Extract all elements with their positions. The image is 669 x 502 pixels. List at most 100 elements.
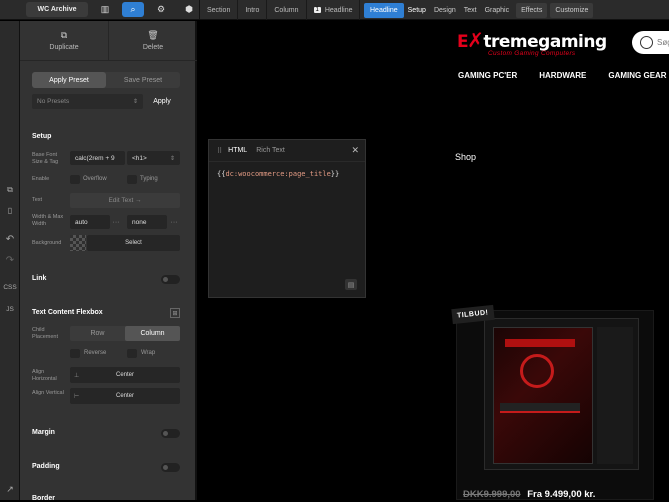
flexbox-settings-icon[interactable]: ⊞	[170, 308, 180, 318]
drag-handle-icon[interactable]: ⠿	[217, 147, 222, 155]
border-section-title[interactable]: Border	[32, 495, 55, 502]
reverse-checkbox[interactable]	[70, 349, 80, 358]
case-side	[597, 327, 633, 464]
max-width-unit-menu-icon[interactable]: ···	[168, 215, 180, 229]
typing-label: Typing	[140, 176, 158, 182]
search-icon[interactable]: ⌕	[122, 2, 144, 17]
expand-icon[interactable]: ↗	[0, 484, 20, 495]
width-unit-menu-icon[interactable]: ···	[110, 215, 122, 229]
gear-icon[interactable]: ⚙	[150, 2, 172, 17]
max-width-input[interactable]: none	[127, 215, 167, 229]
site-search-placeholder: Søg...	[657, 38, 669, 47]
margin-toggle[interactable]	[161, 429, 180, 438]
structure-icon[interactable]: ⧉	[0, 185, 20, 195]
tab-graphic[interactable]: Graphic	[481, 3, 514, 18]
nav-gaming-gear[interactable]: GAMING GEAR	[608, 71, 666, 80]
database-icon[interactable]: ▤	[345, 279, 357, 290]
logo-wordmark: E✗tremegaming	[457, 28, 607, 52]
case-glass	[493, 327, 593, 464]
tab-design[interactable]: Design	[430, 3, 460, 18]
align-vertical-label: Align Vertical	[32, 390, 64, 396]
reverse-label: Reverse	[84, 350, 107, 356]
padding-section-title[interactable]: Padding	[32, 463, 60, 470]
wrap-checkbox[interactable]	[127, 349, 137, 358]
base-font-label: Base Font Size & Tag	[32, 152, 59, 165]
tab-rich-text[interactable]: Rich Text	[256, 147, 285, 154]
code-body: dc:woocommerce:page_title	[225, 170, 331, 178]
padding-toggle[interactable]	[161, 463, 180, 472]
align-vertical-select[interactable]: ⊢ Center	[70, 388, 180, 404]
overflow-checkbox[interactable]	[70, 175, 80, 184]
code-editor[interactable]: {{dc:woocommerce:page_title}}	[209, 162, 365, 186]
align-vertical-icon: ⊢	[74, 393, 80, 400]
background-label: Background	[32, 240, 62, 246]
tab-headline[interactable]: Headline	[364, 2, 404, 18]
tab-text[interactable]: Text	[460, 3, 481, 18]
color-swatch[interactable]	[70, 235, 86, 251]
nav-gaming-pc[interactable]: GAMING PC'ER	[458, 71, 517, 80]
save-preset-tab[interactable]: Save Preset	[106, 72, 180, 88]
redo-icon[interactable]: ↷	[0, 255, 20, 266]
preset-select[interactable]: No Presets ⇕	[32, 94, 143, 109]
left-rail: ⧉ ▯ ↶ ↷ CSS JS ↗	[0, 21, 20, 500]
preset-tabs: Apply Preset Save Preset	[32, 72, 180, 88]
tab-setup[interactable]: Setup	[404, 3, 430, 18]
delete-label: Delete	[142, 44, 164, 51]
background-select-button[interactable]: Select	[87, 235, 180, 251]
template-selector-button[interactable]: WC Archive	[26, 2, 88, 17]
text-editor-popup: ⠿ HTML Rich Text ✕ {{dc:woocommerce:page…	[208, 139, 366, 298]
tab-html[interactable]: HTML	[228, 147, 247, 154]
mobile-icon[interactable]: ▯	[0, 206, 20, 215]
wrap-label: Wrap	[141, 350, 156, 356]
undo-icon[interactable]: ↶	[0, 234, 20, 245]
close-icon[interactable]: ✕	[351, 145, 359, 156]
typing-checkbox[interactable]	[127, 175, 137, 184]
tag-select[interactable]: <h1> ⇕	[127, 151, 180, 165]
flexbox-section-title[interactable]: Text Content Flexbox	[32, 309, 103, 316]
crumb-headline[interactable]: 1 Headline	[307, 0, 361, 20]
delete-button[interactable]: 🗑 Delete	[108, 21, 197, 60]
js-button[interactable]: JS	[0, 306, 20, 313]
duplicate-button[interactable]: ⧉ Duplicate	[20, 21, 108, 60]
margin-section-title[interactable]: Margin	[32, 429, 55, 436]
chevron-updown-icon: ⇕	[169, 155, 175, 162]
old-price: DKK9.999,00	[463, 489, 521, 500]
product-image[interactable]	[484, 318, 639, 470]
page-title[interactable]: Shop	[455, 152, 476, 162]
duplicate-icon: ⧉	[60, 30, 68, 40]
base-font-input[interactable]: calc(2rem + 9	[70, 151, 125, 165]
properties-panel: ⧉ Duplicate 🗑 Delete Apply Preset Save P…	[20, 21, 197, 502]
link-section-title[interactable]: Link	[32, 275, 46, 282]
chevron-updown-icon: ⇕	[132, 99, 138, 105]
apply-preset-tab[interactable]: Apply Preset	[32, 72, 106, 88]
editor-header: ⠿ HTML Rich Text ✕	[209, 140, 365, 162]
link-toggle[interactable]	[161, 275, 180, 284]
column-option[interactable]: Column	[125, 326, 180, 341]
row-option[interactable]: Row	[70, 326, 125, 341]
duplicate-label: Duplicate	[49, 44, 79, 51]
layout-icon[interactable]: ▥	[94, 2, 116, 17]
align-horizontal-select[interactable]: ⊥ Center	[70, 367, 180, 383]
crumb-intro[interactable]: Intro	[238, 0, 268, 20]
css-button[interactable]: CSS	[0, 284, 20, 291]
align-horizontal-label: Align Horizontal	[32, 369, 57, 382]
width-input[interactable]: auto	[70, 215, 110, 229]
nav-hardware[interactable]: HARDWARE	[539, 71, 586, 80]
case-fan	[520, 354, 554, 388]
crumb-section[interactable]: Section	[200, 0, 239, 20]
apply-preset-button[interactable]: Apply	[144, 94, 180, 109]
align-vertical-value: Center	[115, 393, 134, 399]
align-horizontal-value: Center	[115, 372, 134, 378]
site-logo[interactable]: E✗tremegaming Custom Gaming Computers	[457, 28, 617, 58]
tab-effects[interactable]: Effects	[516, 2, 548, 18]
child-placement-label: Child Placement	[32, 327, 58, 340]
setup-section-title[interactable]: Setup	[32, 133, 51, 140]
site-search-input[interactable]: Søg...	[632, 31, 669, 54]
logo-x-mark: ✗	[467, 28, 484, 52]
tag-select-value: <h1>	[132, 154, 147, 162]
product-price: DKK9.999,00 Fra 9.499,00 kr.	[463, 489, 595, 500]
tab-customize[interactable]: Customize	[550, 2, 594, 18]
cube-icon[interactable]: ⬢	[178, 2, 200, 17]
edit-text-button[interactable]: Edit Text →	[70, 193, 180, 208]
crumb-column[interactable]: Column	[267, 0, 307, 20]
